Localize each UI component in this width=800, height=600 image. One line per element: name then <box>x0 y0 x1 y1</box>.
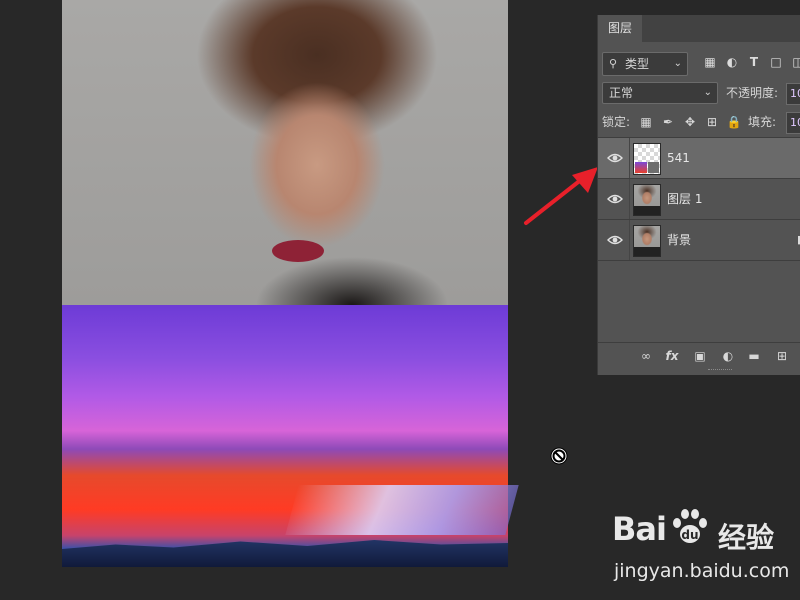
adjustment-filter-icon[interactable]: ◐ <box>724 54 740 70</box>
eye-icon[interactable] <box>607 150 623 166</box>
tab-layers[interactable]: 图层 <box>598 15 643 42</box>
new-group-icon[interactable]: ▬ <box>746 348 762 364</box>
layer-thumbnail <box>633 225 661 257</box>
eye-icon[interactable] <box>607 191 623 207</box>
blend-mode-label: 正常 <box>609 86 634 100</box>
thumbnail-sunset <box>635 162 647 173</box>
layers-panel: 图层 ⚲ 类型 ⌄ ▦ ◐ T □ ◫ 正常 ⌄ 不透明度: 100% 锁定: … <box>597 15 800 375</box>
panel-tab-bar: 图层 <box>598 15 800 42</box>
layer-divider <box>629 220 630 260</box>
not-allowed-cursor-icon <box>550 447 568 465</box>
adjustment-layer-icon[interactable]: ◐ <box>720 348 736 364</box>
watermark-brand-suffix: 经验 <box>718 521 775 554</box>
svg-text:du: du <box>681 528 698 542</box>
layer-name[interactable]: 背景 <box>667 220 691 260</box>
add-mask-icon[interactable]: ▣ <box>692 348 708 364</box>
red-arrow-icon <box>524 167 598 225</box>
blend-mode-select[interactable]: 正常 ⌄ <box>602 82 718 104</box>
layer-row-background[interactable]: 背景 ▮ <box>598 220 800 261</box>
link-layers-icon[interactable]: ∞ <box>638 348 654 364</box>
mountain-range <box>62 540 508 567</box>
layer-row-layer-1[interactable]: 图层 1 <box>598 179 800 220</box>
layer-divider <box>629 138 630 178</box>
filter-type-label: 类型 <box>625 57 650 71</box>
shape-filter-icon[interactable]: □ <box>768 54 784 70</box>
lock-all-icon[interactable]: 🔒 <box>726 114 742 130</box>
portrait-photo <box>62 0 508 305</box>
fx-icon[interactable]: fx <box>664 348 680 364</box>
watermark-brand: Bai <box>612 510 667 548</box>
new-layer-icon[interactable]: ⊞ <box>774 348 790 364</box>
lock-artboard-icon[interactable]: ⊞ <box>704 114 720 130</box>
watermark-url: jingyan.baidu.com <box>614 560 790 582</box>
layer-divider <box>629 179 630 219</box>
chevron-down-icon: ⌄ <box>703 87 712 98</box>
fill-label: 填充: <box>748 115 777 129</box>
smart-object-filter-icon[interactable]: ◫ <box>790 54 800 70</box>
lock-position-icon[interactable]: ✥ <box>682 114 698 130</box>
layer-row-541[interactable]: 541 <box>598 138 800 179</box>
thumbnail-portrait <box>648 162 659 173</box>
lock-transparent-icon[interactable]: ▦ <box>638 114 654 130</box>
lock-label: 锁定: <box>602 115 631 129</box>
baidu-jingyan-watermark: Bai du 经验 jingyan.baidu.com <box>612 509 792 590</box>
fill-input[interactable]: 100% <box>786 112 800 134</box>
layer-name[interactable]: 541 <box>667 138 690 178</box>
image-filter-icon[interactable]: ▦ <box>702 54 718 70</box>
chevron-down-icon: ⌄ <box>673 58 682 69</box>
panel-footer: ∞ fx ▣ ◐ ▬ ⊞ <box>598 342 800 368</box>
layer-list: 541 图层 1 背景 ▮ <box>598 137 800 262</box>
portrait-lips <box>272 240 324 262</box>
opacity-input[interactable]: 100% <box>786 83 800 105</box>
sunset-mountain-photo <box>62 305 519 567</box>
layer-name[interactable]: 图层 1 <box>667 179 702 219</box>
panel-resize-grip[interactable] <box>708 369 732 373</box>
filter-type-select[interactable]: ⚲ 类型 ⌄ <box>602 52 688 76</box>
lock-row: 锁定: ▦ ✒ ✥ ⊞ 🔒 填充: 100% <box>602 111 800 134</box>
eye-icon[interactable] <box>607 232 623 248</box>
paw-icon: du <box>673 509 707 543</box>
type-filter-icon[interactable]: T <box>746 54 762 70</box>
blend-row: 正常 ⌄ 不透明度: 100% <box>602 82 800 105</box>
search-icon: ⚲ <box>609 57 618 70</box>
layer-thumbnail <box>633 184 661 216</box>
lock-image-icon[interactable]: ✒ <box>660 114 676 130</box>
opacity-label: 不透明度: <box>726 86 779 100</box>
mountain-snow <box>285 485 519 535</box>
layer-thumbnail <box>633 143 661 175</box>
layer-filter-row: ⚲ 类型 ⌄ ▦ ◐ T □ ◫ <box>602 52 800 76</box>
